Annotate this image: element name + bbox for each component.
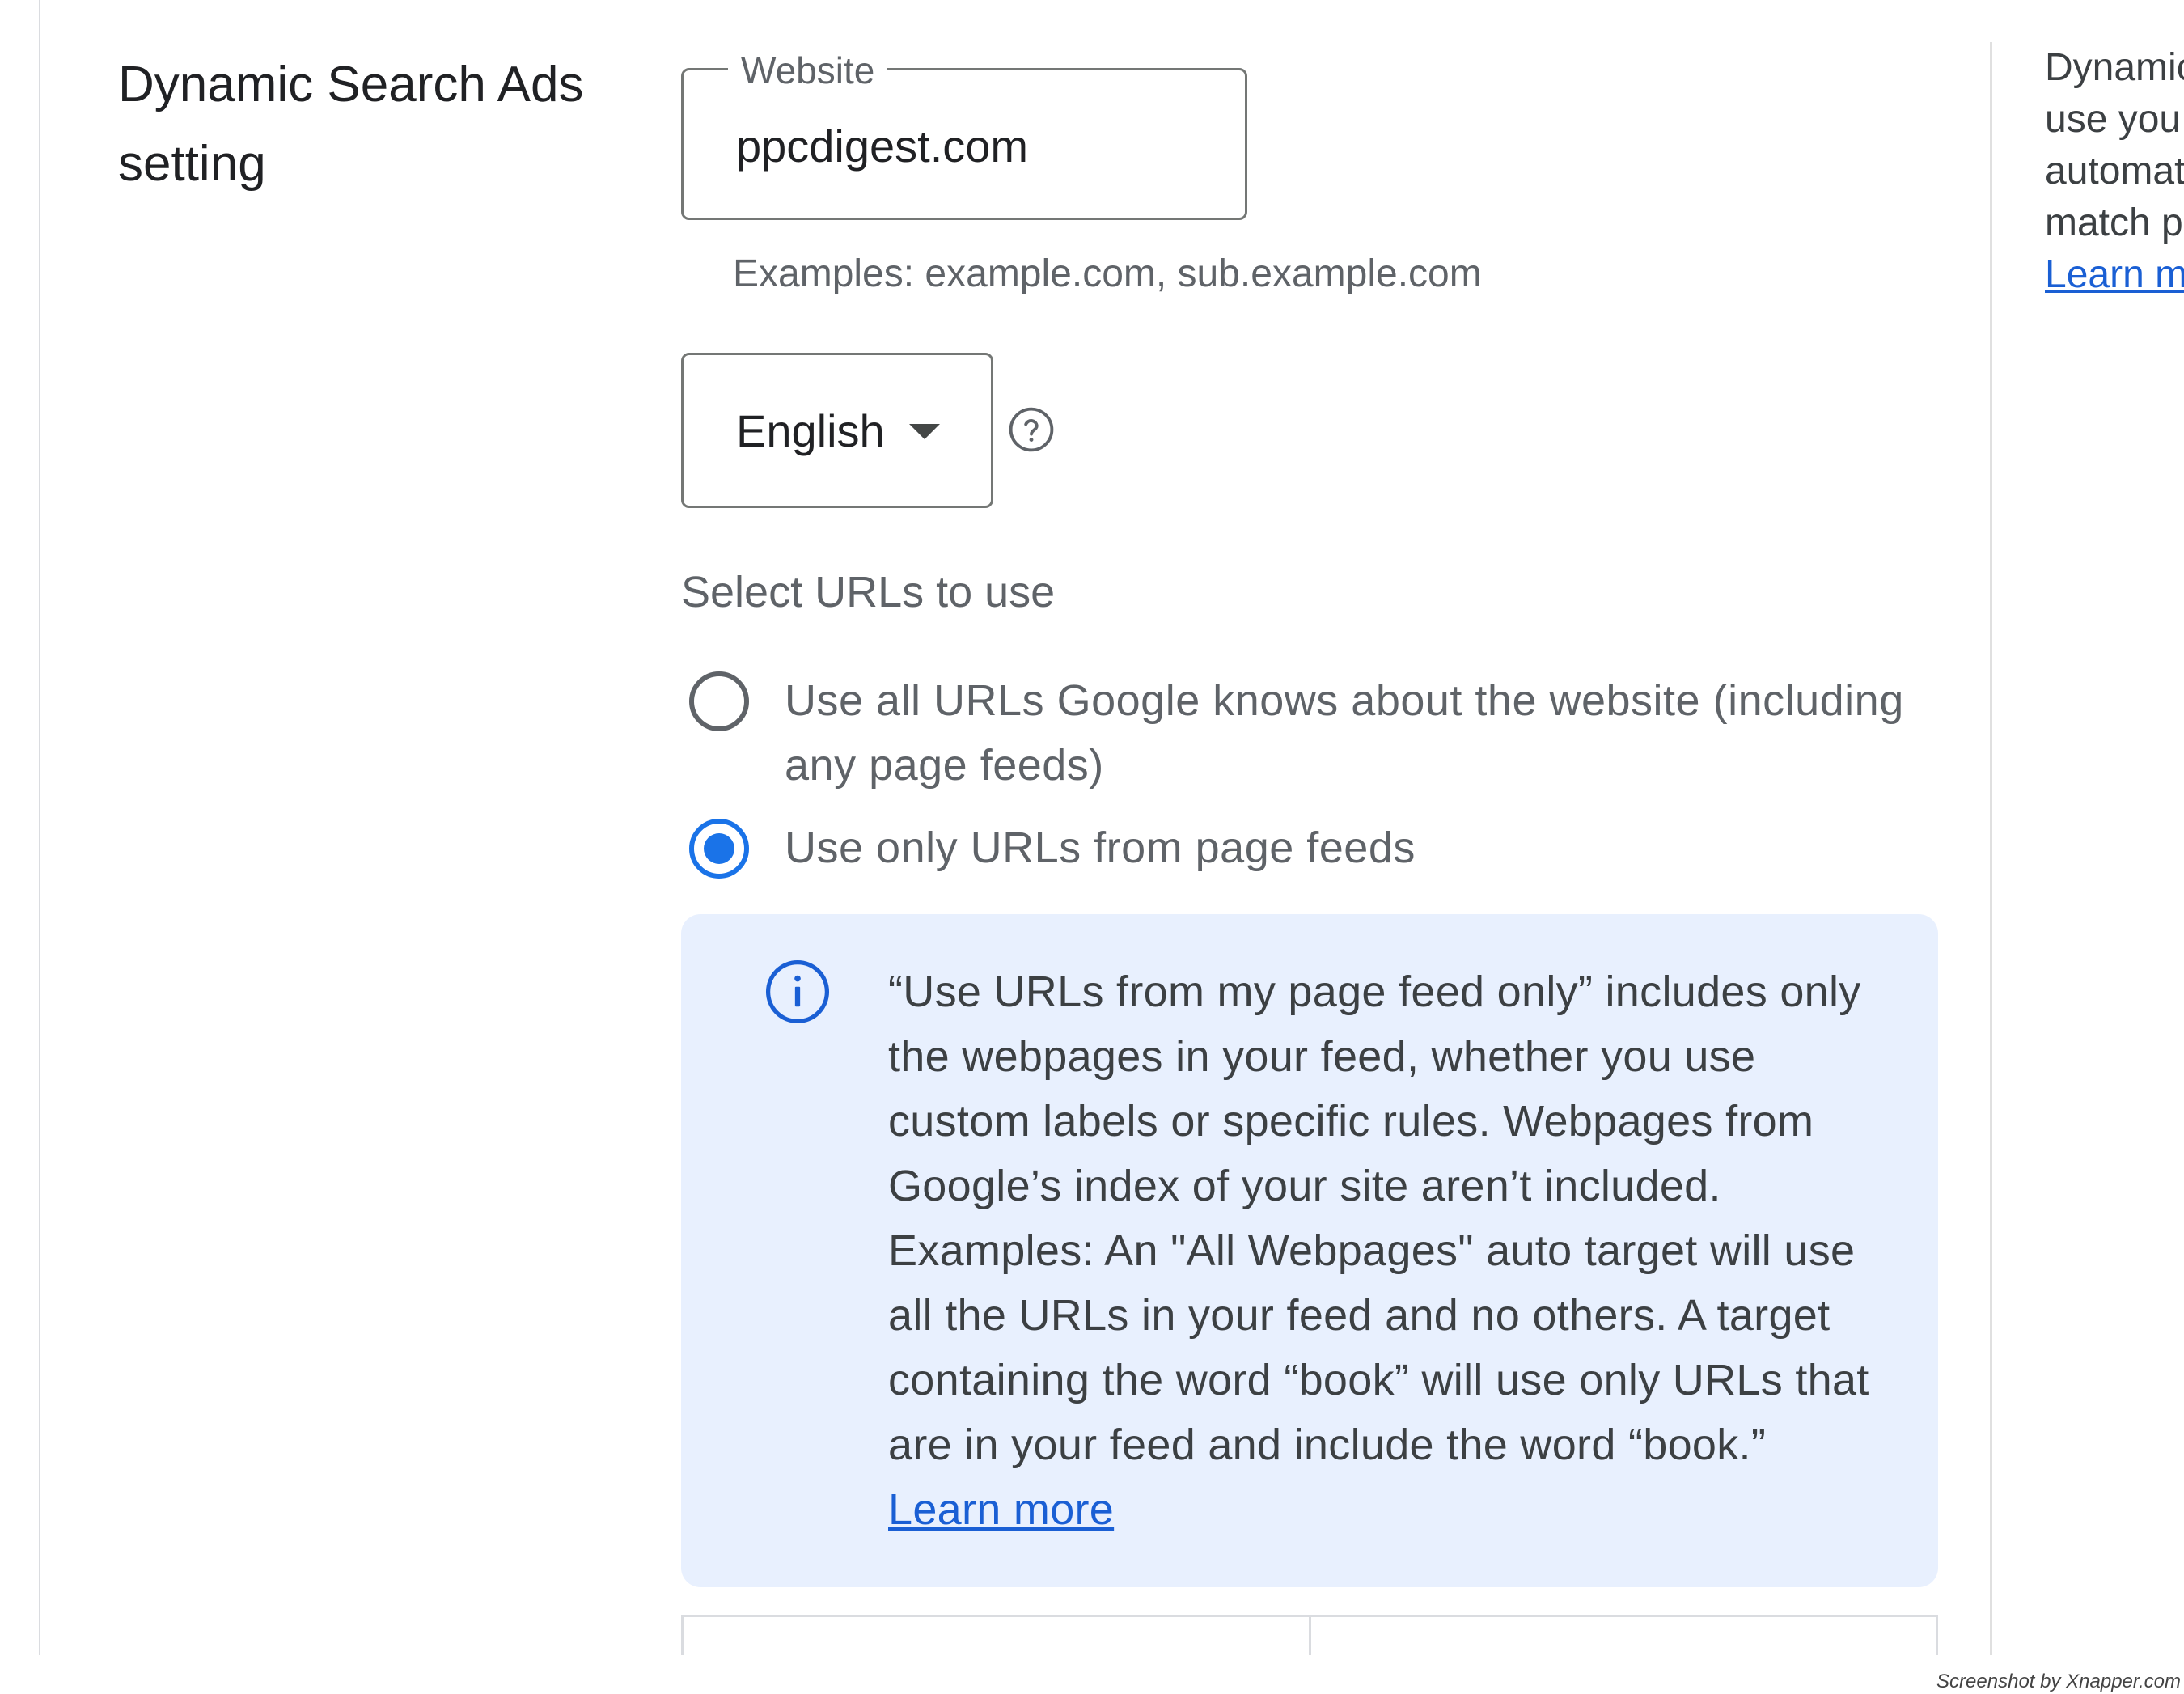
- watermark: Screenshot by Xnapper.com: [1936, 1671, 2181, 1692]
- sidebar-help-text: Dynamic use you automat match p Learn m: [2045, 42, 2184, 301]
- bottom-margin: [0, 1655, 2184, 1694]
- help-circle-icon[interactable]: [1008, 406, 1055, 453]
- section-title-line1: Dynamic Search Ads: [118, 57, 584, 112]
- info-callout-body: “Use URLs from my page feed only” includ…: [888, 968, 1869, 1469]
- info-learn-more-link[interactable]: Learn more: [888, 1485, 1114, 1534]
- sidebar-line: match p: [2045, 201, 2183, 244]
- radio-page-feeds-only-label[interactable]: Use only URLs from page feeds: [785, 815, 1416, 880]
- left-panel-edge: [0, 0, 40, 1655]
- sidebar-divider: [1990, 42, 1992, 1655]
- radio-all-urls[interactable]: [687, 669, 751, 734]
- sidebar-line: Dynamic: [2045, 46, 2184, 89]
- website-field-label: Website: [728, 49, 888, 92]
- info-callout-text: “Use URLs from my page feed only” includ…: [888, 959, 1891, 1542]
- info-icon: [765, 959, 830, 1024]
- caret-down-icon[interactable]: [909, 424, 940, 439]
- sidebar-line: automat: [2045, 150, 2184, 193]
- website-hint: Examples: example.com, sub.example.com: [733, 252, 1482, 295]
- language-selected-value[interactable]: English: [736, 404, 885, 458]
- section-title-line2: setting: [118, 136, 266, 192]
- website-input-value[interactable]: ppcdigest.com: [736, 120, 1028, 173]
- table-column-divider: [1309, 1615, 1311, 1655]
- sidebar-learn-more-link[interactable]: Learn m: [2045, 253, 2184, 296]
- section-title: Dynamic Search Ads setting: [118, 45, 636, 204]
- select-urls-heading: Select URLs to use: [681, 568, 1056, 616]
- sidebar-line: use you: [2045, 98, 2182, 141]
- radio-all-urls-label[interactable]: Use all URLs Google knows about the webs…: [785, 668, 1958, 798]
- radio-page-feeds-only[interactable]: [687, 816, 751, 881]
